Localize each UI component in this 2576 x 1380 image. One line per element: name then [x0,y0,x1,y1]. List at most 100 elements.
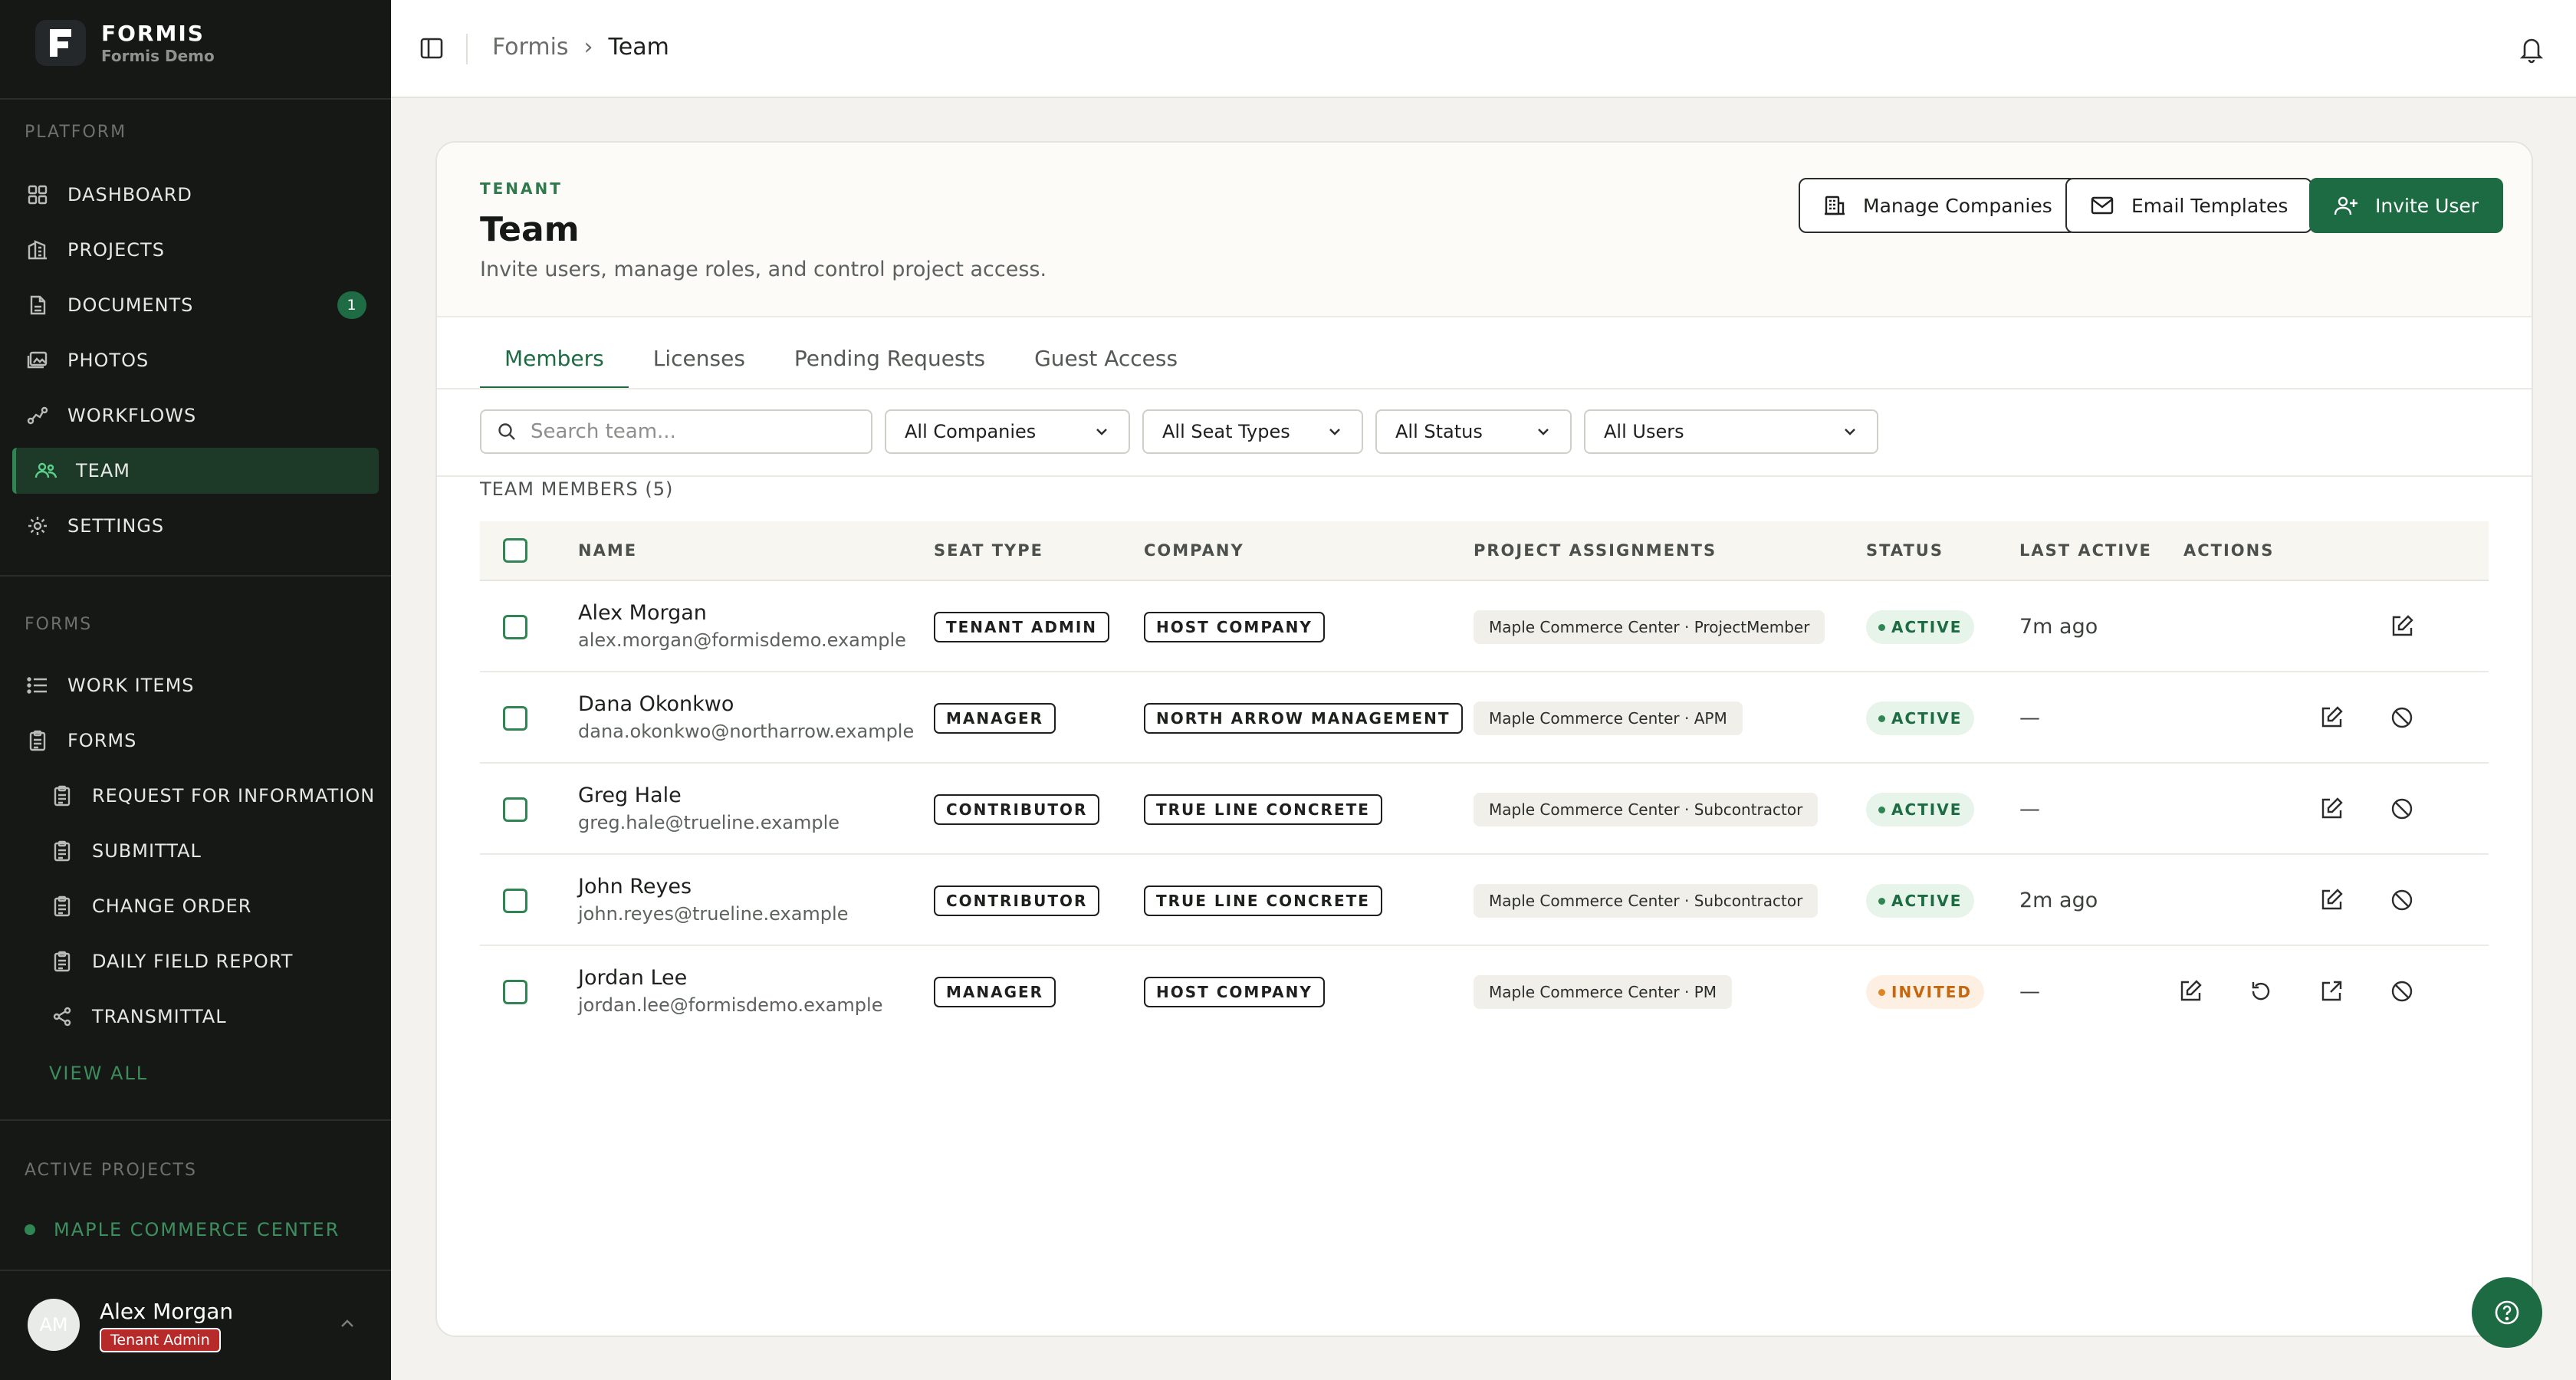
sidebar-item-work-items[interactable]: WORK ITEMS [12,662,379,708]
member-email: greg.hale@trueline.example [578,812,840,833]
sidebar-item-dashboard[interactable]: DASHBOARD [12,172,379,218]
status-badge: ACTIVE [1866,610,1975,644]
avatar: AM [28,1299,80,1351]
active-project-item[interactable]: MAPLE COMMERCE CENTER [25,1219,340,1240]
edit-icon[interactable] [2318,705,2344,731]
row-checkbox[interactable] [503,889,527,913]
table-row[interactable]: Dana Okonkwo dana.okonkwo@northarrow.exa… [480,672,2489,764]
sidebar-item-transmittal[interactable]: TRANSMITTAL [37,994,379,1040]
email-templates-button[interactable]: Email Templates [2065,178,2313,233]
breadcrumb: Formis › Team [492,34,669,61]
sidebar-item-submittal[interactable]: SUBMITTAL [37,828,379,874]
last-active: — [2019,706,2040,730]
brand[interactable]: FORMIS Formis Demo [35,20,215,66]
clipboard-icon [51,895,74,918]
edit-icon[interactable] [2318,887,2344,913]
sidebar-item-photos[interactable]: PHOTOS [12,337,379,383]
status-dot [1878,715,1885,722]
tab-guest-access[interactable]: Guest Access [1010,343,1202,389]
column-header-company[interactable]: COMPANY [1144,541,1244,560]
grid-icon [26,183,49,206]
status-badge: ACTIVE [1866,793,1975,826]
seat-type-filter-select[interactable]: All Seat Types [1142,409,1363,454]
seat-type-filter-value: All Seat Types [1162,421,1290,442]
view-all-link[interactable]: VIEW ALL [49,1063,148,1084]
filter-bar: Search team... All Companies All Seat Ty… [480,409,1891,454]
sidebar-item-forms[interactable]: FORMS [12,718,379,764]
select-all-checkbox[interactable] [503,538,527,563]
breadcrumb-separator: › [583,34,593,61]
edit-icon[interactable] [2177,978,2203,1004]
tenant-name: Formis Demo [101,47,215,65]
sidebar-toggle-icon[interactable] [419,35,445,61]
block-icon[interactable] [2389,796,2415,822]
seat-type-tag: TENANT ADMIN [934,612,1110,642]
sidebar-divider [0,575,391,577]
column-header-seat-type[interactable]: SEAT TYPE [934,541,1043,560]
sidebar-item-change-order[interactable]: CHANGE ORDER [37,883,379,929]
row-checkbox[interactable] [503,615,527,639]
row-checkbox[interactable] [503,706,527,731]
sidebar-divider [0,98,391,100]
topbar-separator [466,34,468,64]
platform-section-label: PLATFORM [25,123,127,142]
member-name: John Reyes [578,875,692,899]
status-filter-select[interactable]: All Status [1375,409,1572,454]
share-icon [51,1005,74,1028]
invite-user-button[interactable]: Invite User [2309,178,2504,233]
status-label: ACTIVE [1891,709,1963,728]
notifications-bell-icon[interactable] [2518,34,2545,64]
sidebar-item-workflows[interactable]: WORKFLOWS [12,393,379,439]
status-label: ACTIVE [1891,618,1963,636]
company-filter-select[interactable]: All Companies [885,409,1130,454]
edit-icon[interactable] [2318,796,2344,822]
table-row[interactable]: John Reyes john.reyes@trueline.example C… [480,855,2489,946]
block-icon[interactable] [2389,978,2415,1004]
active-projects-label: ACTIVE PROJECTS [25,1161,197,1180]
search-input[interactable]: Search team... [480,409,872,454]
member-cell: Dana Okonkwo dana.okonkwo@northarrow.exa… [578,691,914,744]
table-row[interactable]: Alex Morgan alex.morgan@formisdemo.examp… [480,581,2489,672]
column-header-name[interactable]: NAME [578,541,637,560]
sidebar-item-label: SETTINGS [67,515,165,537]
member-name: Dana Okonkwo [578,692,734,716]
column-header-status[interactable]: STATUS [1866,541,1944,560]
tab-pending-requests[interactable]: Pending Requests [770,343,1010,389]
column-header-last-active[interactable]: LAST ACTIVE [2019,541,2152,560]
user-name: Alex Morgan [100,1299,234,1324]
member-email: dana.okonkwo@northarrow.example [578,721,915,742]
user-menu[interactable]: AM Alex Morgan Tenant Admin [0,1270,391,1380]
table-row[interactable]: Jordan Lee jordan.lee@formisdemo.example… [480,946,2489,1037]
block-icon[interactable] [2389,705,2415,731]
resend-invite-icon[interactable] [2248,978,2274,1004]
chevron-up-icon[interactable] [337,1314,357,1334]
sidebar-item-projects[interactable]: PROJECTS [12,227,379,273]
sidebar-item-request-for-information[interactable]: REQUEST FOR INFORMATION [37,773,379,819]
seat-type-tag: CONTRIBUTOR [934,886,1100,916]
filters-divider [437,475,2532,477]
mail-icon [2090,196,2114,215]
member-cell: Greg Hale greg.hale@trueline.example [578,782,840,836]
users-filter-select[interactable]: All Users [1584,409,1878,454]
help-button[interactable] [2472,1277,2542,1348]
sidebar-item-settings[interactable]: SETTINGS [12,503,379,549]
breadcrumb-root[interactable]: Formis [492,34,569,61]
project-status-dot [25,1224,35,1235]
tab-members[interactable]: Members [480,343,629,389]
block-icon[interactable] [2389,887,2415,913]
tab-licenses[interactable]: Licenses [629,343,770,389]
sidebar-item-label: SUBMITTAL [92,840,202,862]
row-checkbox[interactable] [503,980,527,1004]
edit-icon[interactable] [2389,613,2415,639]
row-checkbox[interactable] [503,797,527,822]
sidebar-item-team[interactable]: TEAM [12,448,379,494]
sidebar-item-daily-field-report[interactable]: DAILY FIELD REPORT [37,938,379,984]
column-header-project-assignments: PROJECT ASSIGNMENTS [1474,541,1717,560]
table-row[interactable]: Greg Hale greg.hale@trueline.example CON… [480,764,2489,855]
sidebar-item-documents[interactable]: DOCUMENTS 1 [12,282,379,328]
member-name: Alex Morgan [578,601,707,625]
manage-companies-label: Manage Companies [1863,194,2052,217]
external-link-icon[interactable] [2318,978,2344,1004]
project-assignment-chip: Maple Commerce Center · ProjectMember [1474,610,1825,644]
manage-companies-button[interactable]: Manage Companies [1799,178,2077,233]
